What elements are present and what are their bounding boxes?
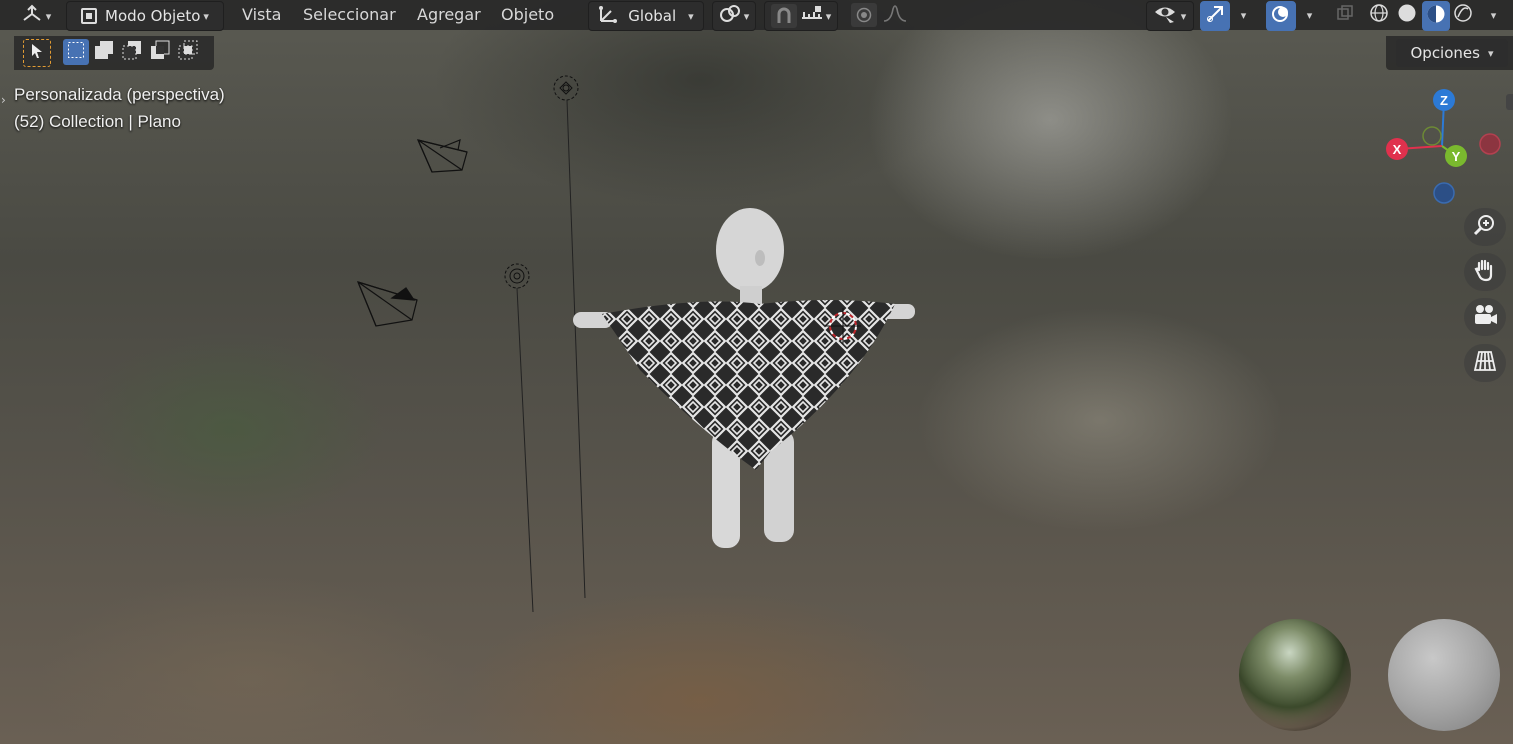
snap-group: ▾	[764, 1, 838, 31]
axis-z-handle[interactable]: Z	[1433, 89, 1455, 111]
snap-increment-icon[interactable]	[801, 6, 823, 26]
shading-dropdown[interactable]: ▾	[1480, 1, 1504, 29]
select-mode-intersect[interactable]	[175, 39, 201, 65]
view-name-label: Personalizada (perspectiva)	[14, 85, 225, 104]
chevron-down-icon: ▾	[45, 9, 52, 23]
mode-label: Modo Objeto	[105, 7, 201, 25]
hdri-preview-sphere	[1239, 619, 1351, 731]
chevron-down-icon: ▾	[1490, 8, 1497, 22]
rendered-sphere-icon	[1453, 3, 1473, 27]
shading-material-button[interactable]	[1422, 1, 1450, 31]
proportional-edit-icon[interactable]	[851, 3, 877, 27]
shading-solid-button[interactable]	[1394, 1, 1420, 29]
axis-x-handle[interactable]: X	[1386, 138, 1408, 160]
viewport-gizmo-icon	[21, 4, 43, 28]
viewport-header: ▾ Modo Objeto ▾ Vista Seleccionar Agrega…	[0, 0, 1513, 31]
zoom-button[interactable]	[1464, 208, 1506, 246]
menu-objeto[interactable]: Objeto	[501, 4, 554, 26]
diffuse-preview-sphere	[1388, 619, 1500, 731]
overlays-dropdown[interactable]: ▾	[1296, 1, 1320, 29]
light-guide-line	[566, 99, 586, 599]
collection-info-label: (52) Collection | Plano	[14, 112, 181, 131]
pivot-icon	[719, 4, 741, 28]
transform-orientation-label: Global	[628, 7, 677, 25]
perspective-toggle-button[interactable]	[1464, 344, 1506, 382]
3d-viewport[interactable]: ▾ Modo Objeto ▾ Vista Seleccionar Agrega…	[0, 0, 1513, 744]
chevron-down-icon: ▾	[203, 9, 209, 23]
select-mode-invert[interactable]	[147, 39, 173, 65]
select-mode-subtract[interactable]	[119, 39, 145, 65]
wireframe-sphere-icon	[1369, 3, 1389, 27]
overlays-icon	[1271, 4, 1291, 28]
pan-button[interactable]	[1464, 253, 1506, 291]
light-icon	[553, 75, 579, 101]
select-extend-icon	[94, 40, 114, 64]
zoom-icon	[1473, 213, 1497, 241]
gizmo-arrow-icon	[1205, 4, 1225, 28]
mode-selector[interactable]: Modo Objeto ▾	[66, 1, 224, 31]
object-visibility-selector[interactable]: ▾	[1146, 1, 1194, 31]
chevron-down-icon: ▾	[688, 9, 694, 23]
material-sphere-icon	[1426, 4, 1446, 28]
chevron-down-icon: ▾	[1180, 9, 1187, 23]
object-mode-icon	[81, 8, 98, 24]
toolbar-expand-arrow[interactable]: ›	[1, 93, 6, 107]
options-label: Opciones	[1410, 44, 1480, 62]
menu-seleccionar[interactable]: Seleccionar	[303, 4, 396, 26]
tool-header	[14, 36, 214, 70]
chevron-down-icon: ▾	[1487, 46, 1494, 60]
camera-view-button[interactable]	[1464, 298, 1506, 336]
options-dropdown[interactable]: Opciones ▾	[1396, 39, 1508, 67]
xray-toggle[interactable]	[1332, 1, 1358, 29]
pivot-point-selector[interactable]: ▾	[712, 1, 756, 31]
select-mode-new[interactable]	[63, 39, 89, 65]
xray-icon	[1336, 4, 1354, 26]
select-new-icon	[67, 41, 85, 63]
gizmos-toggle[interactable]	[1200, 1, 1230, 31]
chevron-down-icon[interactable]: ▾	[826, 10, 832, 23]
options-panel: Opciones ▾	[1386, 36, 1513, 70]
camera-icon	[356, 281, 418, 327]
menu-vista[interactable]: Vista	[242, 4, 281, 26]
chevron-down-icon: ▾	[743, 9, 750, 23]
select-intersect-icon	[178, 40, 198, 64]
shading-rendered-button[interactable]	[1450, 1, 1476, 29]
eye-icon	[1154, 4, 1178, 28]
select-subtract-icon	[122, 40, 142, 64]
gizmos-dropdown[interactable]: ▾	[1230, 1, 1254, 29]
light-guide-line	[516, 287, 534, 613]
light-icon	[504, 263, 530, 289]
menu-agregar[interactable]: Agregar	[417, 4, 481, 26]
select-tool-button[interactable]	[23, 39, 51, 67]
falloff-curve-icon[interactable]	[883, 3, 911, 27]
solid-sphere-icon	[1397, 3, 1417, 27]
chevron-down-icon: ▾	[1240, 8, 1247, 22]
shading-wireframe-button[interactable]	[1366, 1, 1392, 29]
overlays-toggle[interactable]	[1266, 1, 1296, 31]
cursor-arrow-icon	[30, 43, 44, 63]
select-invert-icon	[150, 40, 170, 64]
select-mode-extend[interactable]	[91, 39, 117, 65]
hand-icon	[1473, 258, 1497, 286]
chevron-down-icon: ▾	[1306, 8, 1313, 22]
editor-type-selector[interactable]: ▾	[14, 1, 58, 31]
transform-orientation-icon	[598, 4, 618, 28]
snap-toggle-icon[interactable]	[770, 4, 797, 28]
transform-orientation-selector[interactable]: Global ▾	[588, 1, 704, 31]
proportional-editing-group	[844, 1, 918, 29]
camera-icon	[1472, 303, 1498, 331]
camera-icon	[416, 139, 468, 173]
axis-y-handle[interactable]: Y	[1445, 145, 1467, 167]
grid-perspective-icon	[1473, 349, 1497, 377]
